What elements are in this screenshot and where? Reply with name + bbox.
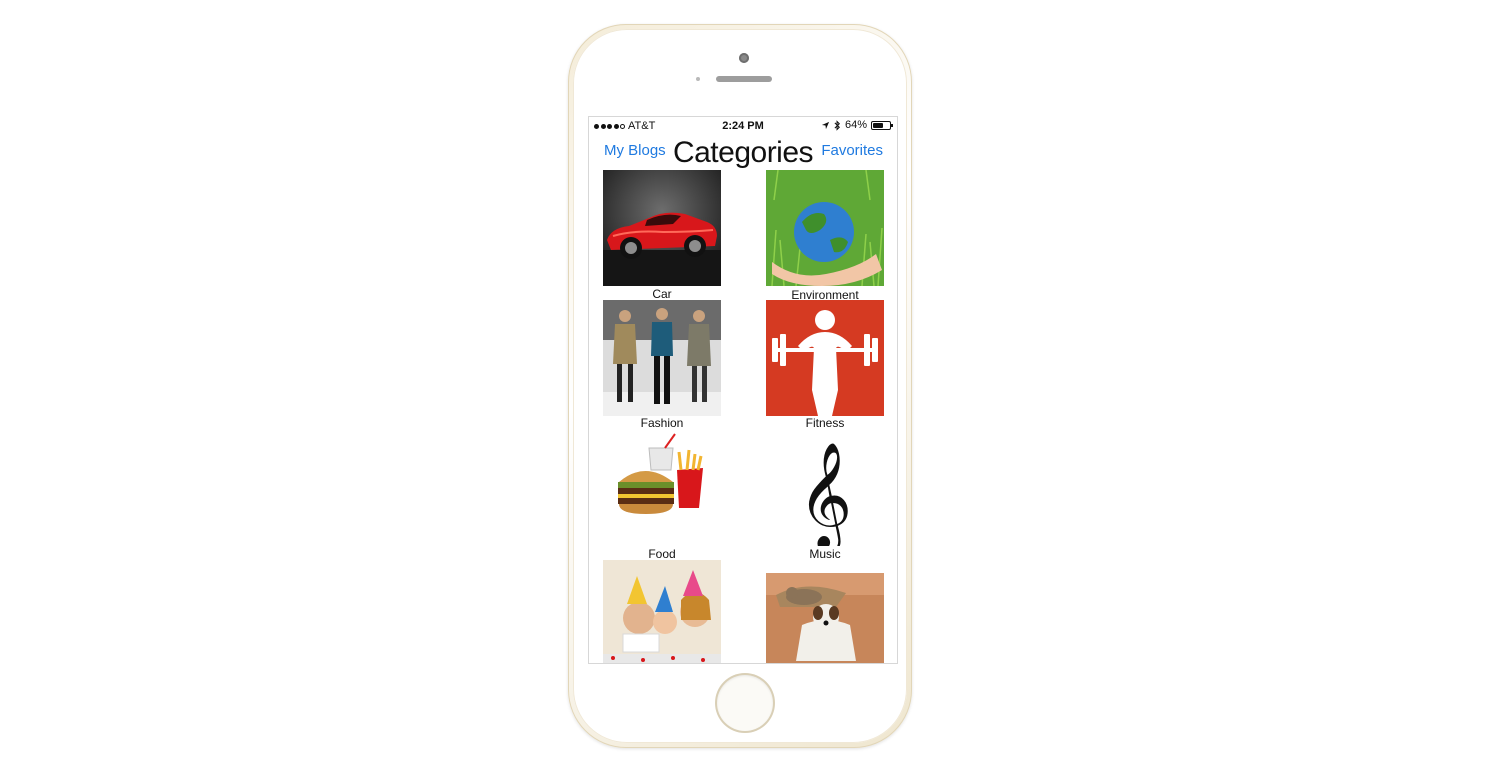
- category-tile-fashion[interactable]: Fashion: [603, 300, 721, 430]
- location-arrow-icon: [821, 121, 830, 129]
- globe-icon: [766, 170, 884, 286]
- pets-icon: [766, 573, 884, 663]
- category-tile-party[interactable]: [603, 560, 721, 663]
- car-icon: [603, 170, 721, 286]
- earpiece-speaker: [716, 76, 772, 82]
- category-label: Food: [648, 547, 676, 561]
- category-tile-food[interactable]: Food: [603, 430, 721, 561]
- proximity-sensor: [696, 77, 700, 81]
- home-button[interactable]: [717, 675, 773, 731]
- category-label: Music: [809, 547, 841, 561]
- weightlifter-icon: [766, 300, 884, 416]
- party-icon: [603, 560, 721, 663]
- treble-clef-icon: 𝄞: [766, 430, 884, 546]
- category-label: Car: [652, 287, 672, 301]
- my-blogs-button[interactable]: My Blogs: [604, 142, 666, 159]
- category-tile-pets[interactable]: [766, 573, 884, 663]
- burger-icon: [603, 430, 721, 546]
- category-tile-environment[interactable]: Environment: [766, 170, 884, 302]
- navigation-bar: Categories My Blogs Favorites: [589, 135, 897, 169]
- favorites-button[interactable]: Favorites: [821, 142, 883, 159]
- status-bar: AT&T 2:24 PM 64%: [589, 117, 897, 135]
- phone-frame: AT&T 2:24 PM 64% Categories My Blogs Fav…: [568, 24, 912, 748]
- front-camera: [739, 53, 749, 63]
- category-tile-music[interactable]: 𝄞 Music: [766, 430, 884, 561]
- battery-percent: 64%: [844, 119, 867, 131]
- category-tile-car[interactable]: Car: [603, 170, 721, 301]
- category-label: Fitness: [805, 416, 845, 430]
- category-tile-fitness[interactable]: Fitness: [766, 300, 884, 430]
- svg-text:𝄞: 𝄞: [798, 441, 852, 546]
- screen: AT&T 2:24 PM 64% Categories My Blogs Fav…: [588, 116, 898, 664]
- battery-icon: [871, 120, 893, 130]
- category-label: Fashion: [640, 416, 684, 430]
- bluetooth-icon: [834, 119, 840, 131]
- fashion-icon: [603, 300, 721, 416]
- phone-body: AT&T 2:24 PM 64% Categories My Blogs Fav…: [573, 29, 907, 743]
